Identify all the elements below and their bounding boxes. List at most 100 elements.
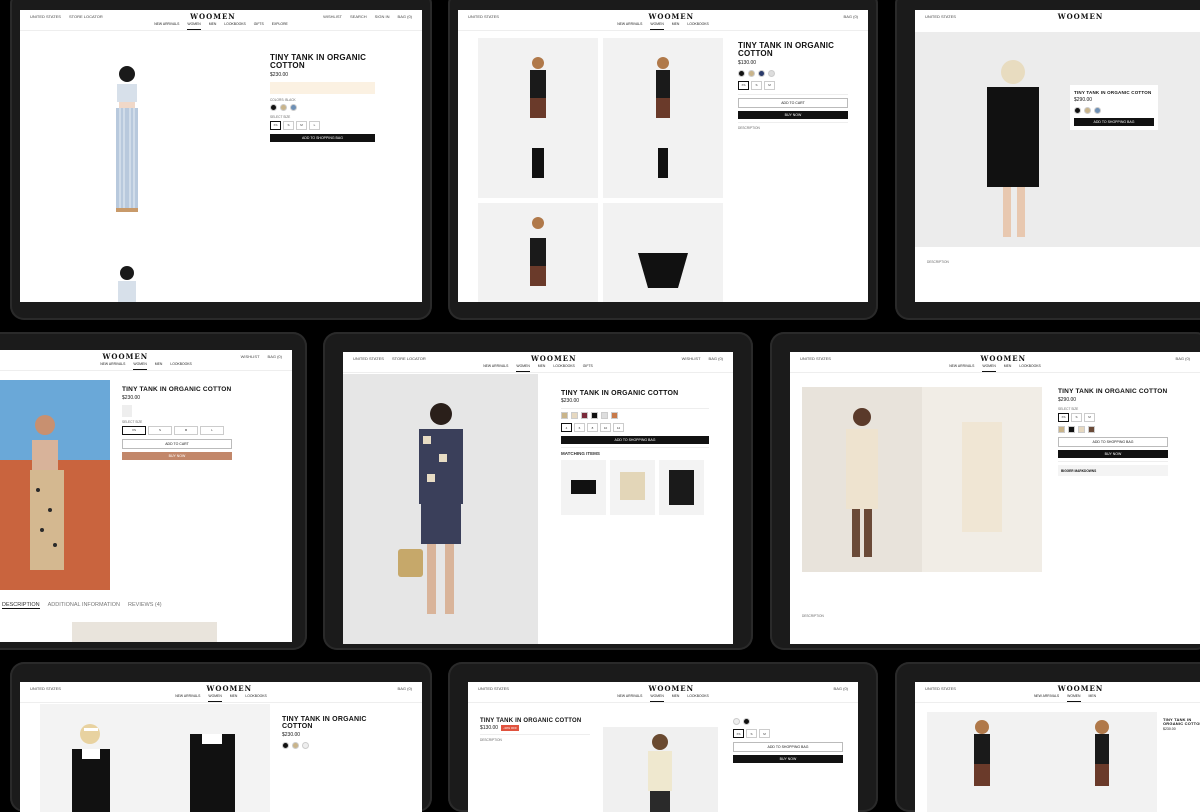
logo[interactable]: WOOMEN xyxy=(190,12,236,21)
bag-link[interactable]: BAG (0) xyxy=(398,14,412,19)
swatch[interactable] xyxy=(611,412,618,420)
swatch[interactable] xyxy=(292,741,299,749)
nav-men[interactable]: MEN xyxy=(672,22,680,30)
nav-lookbooks[interactable]: LOOKBOOKS xyxy=(553,364,574,372)
wishlist-link[interactable]: WISHLIST xyxy=(323,14,342,19)
buy-now-button[interactable]: BUY NOW xyxy=(733,755,843,763)
add-to-bag-button[interactable]: ADD TO SHOPPING BAG xyxy=(561,436,709,445)
nav-men[interactable]: MEN xyxy=(230,694,238,702)
swatch[interactable] xyxy=(733,718,740,725)
nav-lookbooks[interactable]: LOOKBOOKS xyxy=(687,22,708,30)
nav-women[interactable]: WOMEN xyxy=(516,364,530,372)
nav-new-arrivals[interactable]: NEW ARRIVALS xyxy=(617,22,642,30)
nav-explore[interactable]: EXPLORE xyxy=(272,22,288,30)
swatch[interactable] xyxy=(768,69,775,77)
size-option[interactable]: 10 xyxy=(600,423,611,433)
nav-new-arrivals[interactable]: NEW ARRIVALS xyxy=(1034,694,1059,702)
nav-women[interactable]: WOMEN xyxy=(650,694,664,702)
add-to-cart-button[interactable]: ADD TO CART xyxy=(122,438,232,449)
size-option[interactable]: XS xyxy=(1058,412,1069,422)
nav-men[interactable]: MEN xyxy=(538,364,546,372)
country-link[interactable]: UNITED STATES xyxy=(30,686,61,691)
logo[interactable]: WOOMEN xyxy=(1058,684,1104,693)
size-option[interactable]: S xyxy=(148,425,172,435)
nav-gifts[interactable]: GIFTS xyxy=(583,364,593,372)
matching-item[interactable] xyxy=(659,460,704,516)
description-heading[interactable]: DESCRIPTION xyxy=(802,614,824,618)
size-option[interactable]: S xyxy=(283,120,294,130)
size-option[interactable]: XS xyxy=(270,120,281,130)
thumbnail[interactable] xyxy=(122,404,132,417)
swatch[interactable] xyxy=(1094,106,1101,114)
matching-item[interactable] xyxy=(610,460,655,516)
store-locator-link[interactable]: STORE LOCATOR xyxy=(69,14,103,19)
bag-link[interactable]: BAG (0) xyxy=(398,686,412,691)
nav-new-arrivals[interactable]: NEW ARRIVALS xyxy=(175,694,200,702)
add-to-bag-button[interactable]: ADD TO SHOPPING BAG xyxy=(733,742,843,752)
swatch[interactable] xyxy=(591,412,598,420)
swatch[interactable] xyxy=(1074,106,1081,114)
size-option[interactable]: 8 xyxy=(587,423,598,433)
size-option[interactable]: 4 xyxy=(561,423,572,433)
swatch-blue[interactable] xyxy=(290,103,297,111)
swatch[interactable] xyxy=(1068,425,1075,433)
description-heading[interactable]: DESCRIPTION xyxy=(738,126,848,130)
nav-lookbooks[interactable]: LOOKBOOKS xyxy=(170,362,191,370)
logo[interactable]: WOOMEN xyxy=(206,684,252,693)
swatch[interactable] xyxy=(302,741,309,749)
swatch[interactable] xyxy=(1084,106,1091,114)
tab-additional-information[interactable]: ADDITIONAL INFORMATION xyxy=(48,602,120,609)
country-link[interactable]: UNITED STATES xyxy=(800,356,831,361)
size-option[interactable]: S xyxy=(746,729,757,738)
swatch[interactable] xyxy=(601,412,608,420)
country-link[interactable]: UNITED STATES xyxy=(925,686,956,691)
nav-new-arrivals[interactable]: NEW ARRIVALS xyxy=(100,362,125,370)
nav-women[interactable]: WOMEN xyxy=(133,362,147,370)
buy-now-button[interactable]: BUY NOW xyxy=(122,451,232,460)
buy-now-button[interactable]: BUY NOW xyxy=(738,110,848,119)
size-option[interactable]: L xyxy=(309,120,320,130)
nav-men[interactable]: MEN xyxy=(1004,364,1012,372)
size-option[interactable]: M xyxy=(759,729,770,738)
bag-link[interactable]: BAG (0) xyxy=(268,354,282,359)
nav-women[interactable]: WOMEN xyxy=(982,364,996,372)
bag-link[interactable]: BAG (0) xyxy=(844,14,858,19)
size-option[interactable]: M xyxy=(174,425,198,435)
bag-link[interactable]: BAG (0) xyxy=(834,686,848,691)
search-link[interactable]: SEARCH xyxy=(350,14,367,19)
size-option[interactable]: M xyxy=(1084,412,1095,422)
nav-men[interactable]: MEN xyxy=(1089,694,1097,702)
nav-gifts[interactable]: GIFTS xyxy=(254,22,264,30)
add-to-bag-button[interactable]: ADD TO SHOPPING BAG xyxy=(270,133,375,142)
swatch[interactable] xyxy=(581,412,588,420)
add-to-cart-button[interactable]: ADD TO CART xyxy=(738,97,848,108)
add-to-bag-button[interactable]: ADD TO SHOPPING BAG xyxy=(1074,117,1154,126)
nav-lookbooks[interactable]: LOOKBOOKS xyxy=(224,22,245,30)
size-option[interactable]: M xyxy=(764,80,775,90)
nav-women[interactable]: WOMEN xyxy=(1067,694,1081,702)
size-option[interactable]: S xyxy=(751,80,762,90)
size-option[interactable]: XS xyxy=(733,729,744,738)
country-link[interactable]: UNITED STATES xyxy=(925,14,956,19)
country-link[interactable]: UNITED STATES xyxy=(353,356,384,361)
nav-women[interactable]: WOMEN xyxy=(208,694,222,702)
nav-new-arrivals[interactable]: NEW ARRIVALS xyxy=(154,22,179,30)
logo[interactable]: WOOMEN xyxy=(980,354,1026,363)
nav-lookbooks[interactable]: LOOKBOOKS xyxy=(1019,364,1040,372)
nav-new-arrivals[interactable]: NEW ARRIVALS xyxy=(617,694,642,702)
logo[interactable]: WOOMEN xyxy=(648,12,694,21)
swatch[interactable] xyxy=(743,718,750,725)
size-option[interactable]: 12 xyxy=(613,423,624,433)
country-link[interactable]: UNITED STATES xyxy=(478,686,509,691)
swatch[interactable] xyxy=(571,412,578,420)
signin-link[interactable]: SIGN IN xyxy=(375,14,390,19)
nav-men[interactable]: MEN xyxy=(155,362,163,370)
add-to-bag-button[interactable]: ADD TO SHOPPING BAG xyxy=(1058,436,1168,447)
nav-women[interactable]: WOMEN xyxy=(187,22,201,30)
nav-new-arrivals[interactable]: NEW ARRIVALS xyxy=(949,364,974,372)
size-option[interactable]: S xyxy=(1071,412,1082,422)
size-option[interactable]: XS xyxy=(122,425,146,435)
logo[interactable]: WOOMEN xyxy=(1058,12,1104,21)
swatch-black[interactable] xyxy=(270,103,277,111)
tab-description[interactable]: DESCRIPTION xyxy=(2,602,40,609)
